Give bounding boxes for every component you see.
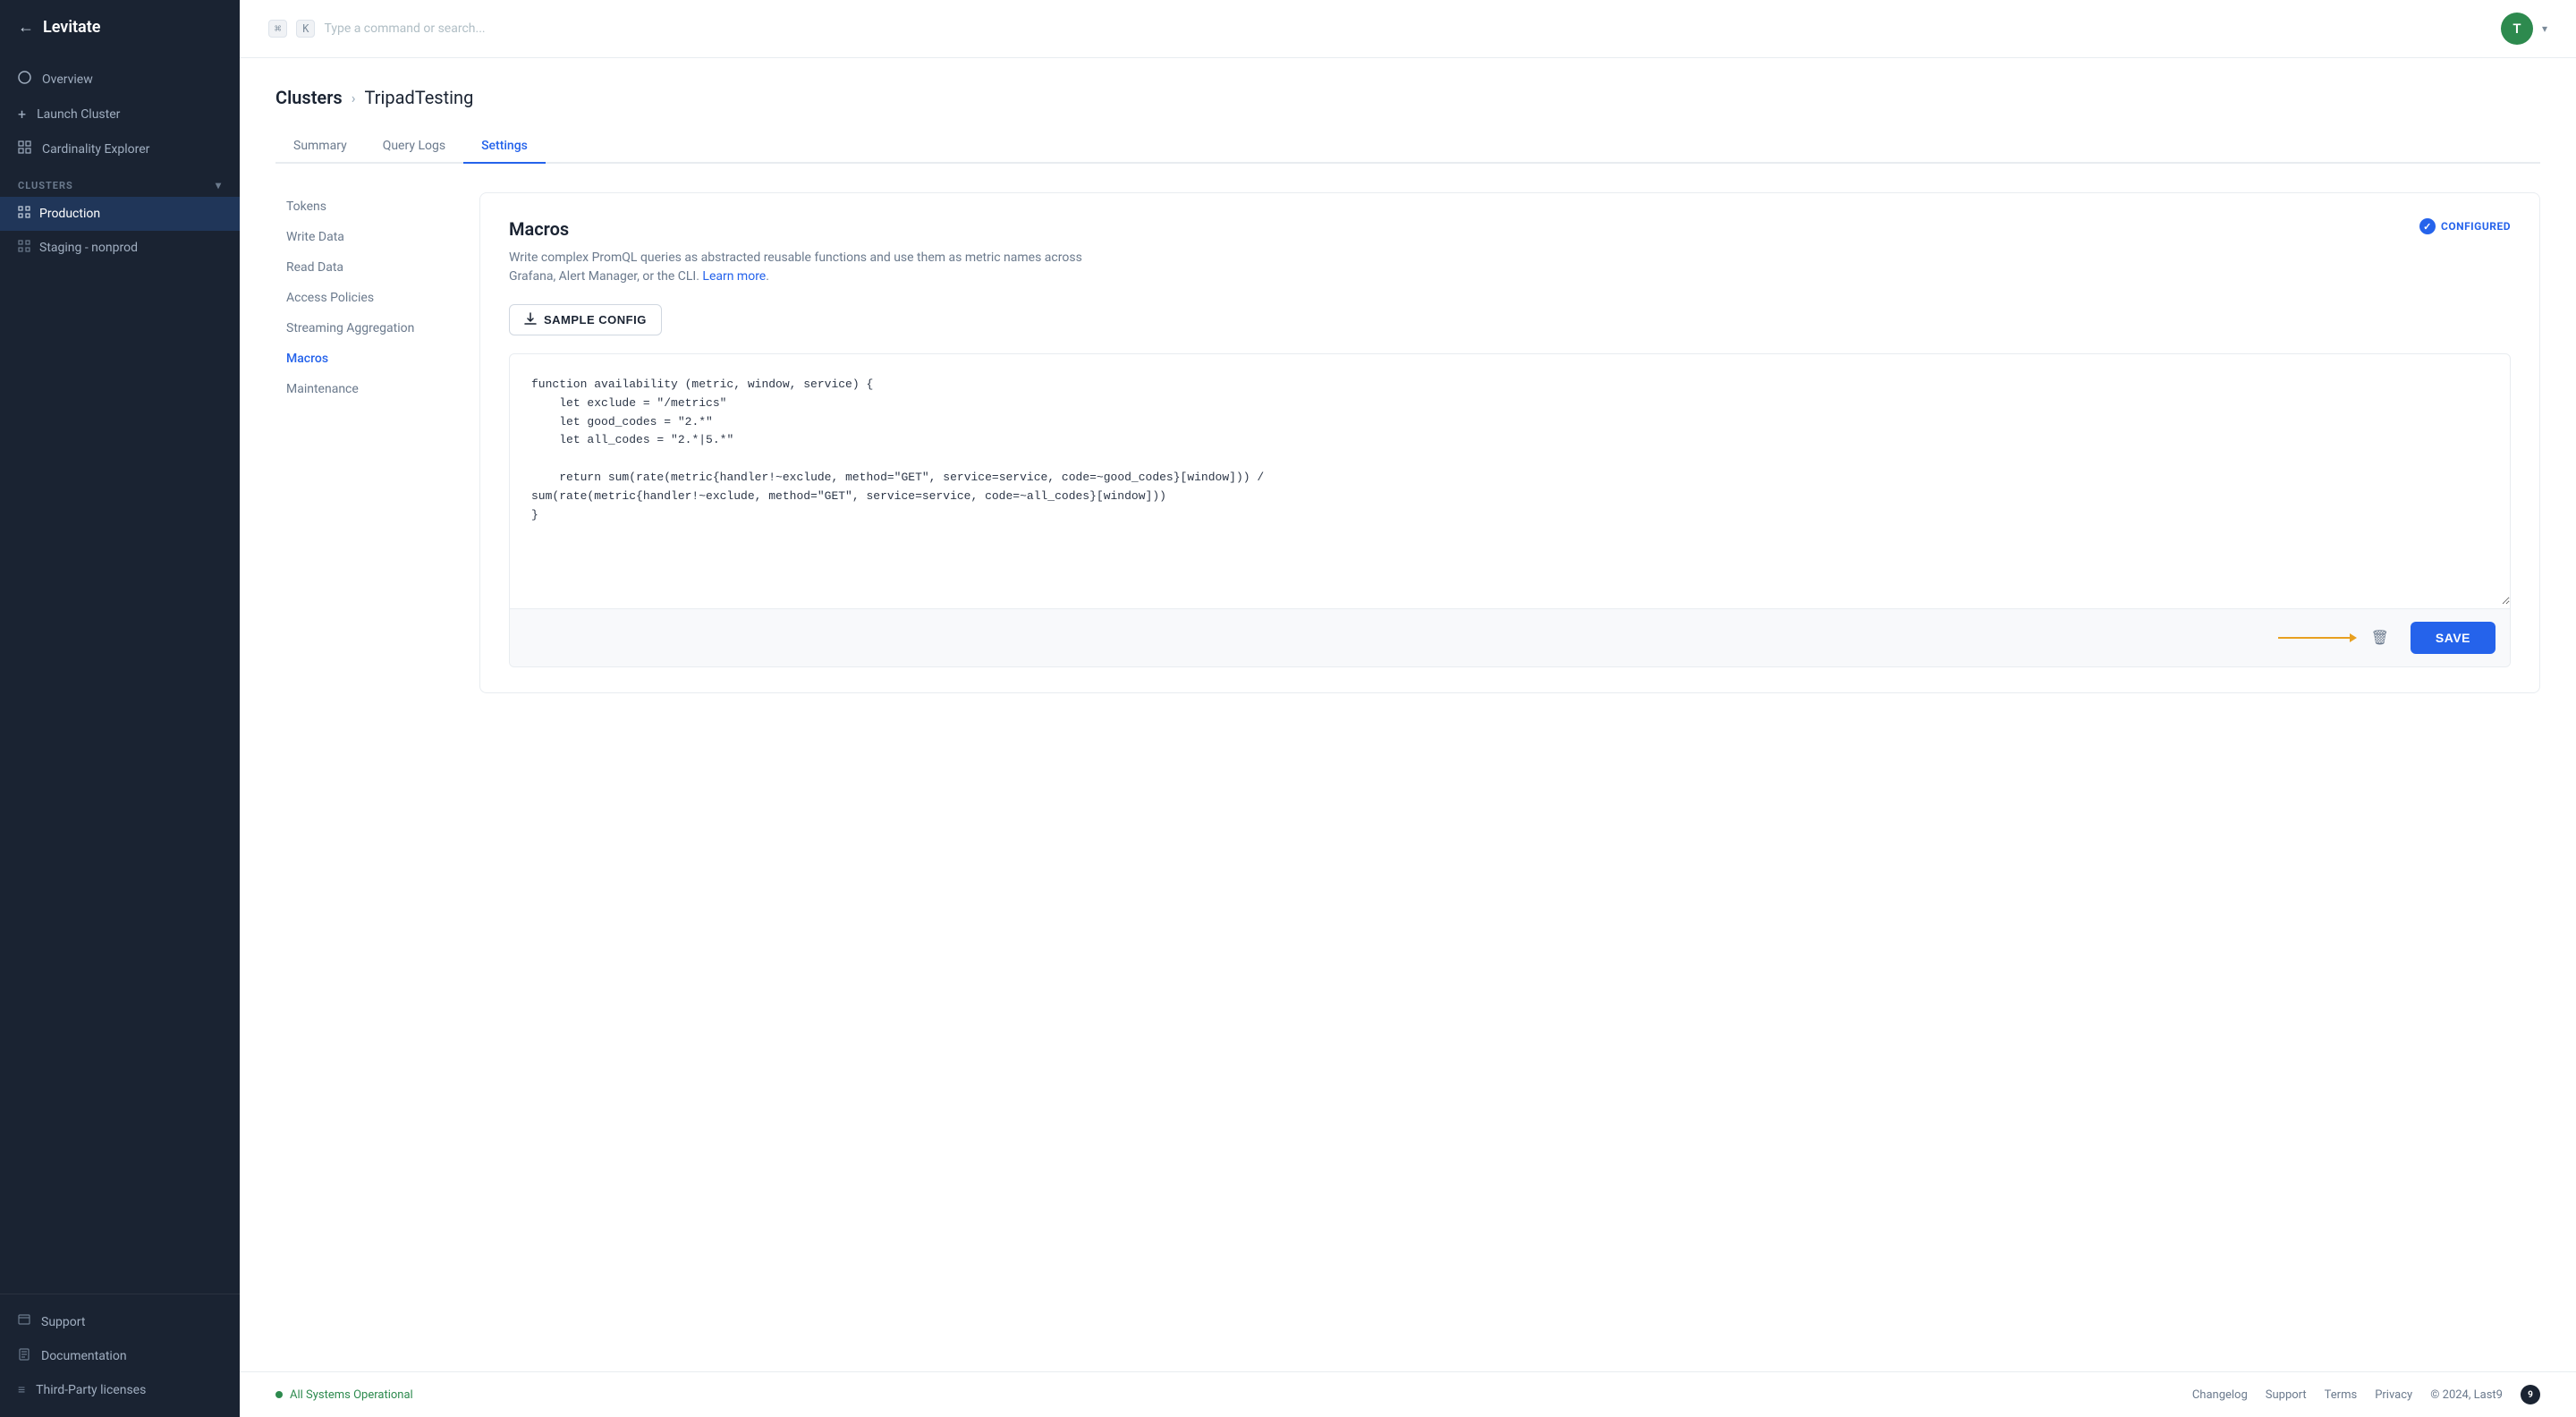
macros-description: Write complex PromQL queries as abstract… [509, 249, 1117, 286]
settings-nav-read-data[interactable]: Read Data [275, 253, 436, 282]
sidebar-navigation: Overview + Launch Cluster Cardinality Ex… [0, 55, 240, 1294]
macros-header: Macros Write complex PromQL queries as a… [509, 218, 2511, 286]
documentation-icon [18, 1348, 30, 1364]
settings-nav: Tokens Write Data Read Data Access Polic… [275, 192, 436, 693]
save-button[interactable]: SAVE [2411, 622, 2496, 654]
sidebar: ← Levitate Overview + Launch Cluster Car… [0, 0, 240, 1417]
sidebar-item-label: Support [41, 1315, 85, 1329]
company-logo: 9 [2521, 1385, 2540, 1404]
breadcrumb-current: TripadTesting [365, 87, 474, 108]
grid-icon [18, 240, 30, 256]
settings-nav-write-data[interactable]: Write Data [275, 223, 436, 251]
status-dot [275, 1391, 283, 1398]
learn-more-link[interactable]: Learn more [702, 269, 766, 284]
chevron-icon: ▾ [216, 179, 222, 191]
settings-nav-maintenance[interactable]: Maintenance [275, 375, 436, 403]
sidebar-item-overview[interactable]: Overview [0, 62, 240, 97]
topbar-right: T ▾ [2501, 13, 2547, 45]
macros-title-area: Macros Write complex PromQL queries as a… [509, 218, 1117, 286]
code-textarea[interactable]: function availability (metric, window, s… [510, 354, 2510, 605]
cluster-name: Production [39, 207, 100, 221]
grid-icon [18, 206, 30, 222]
shortcut-key: K [296, 20, 315, 38]
footer-links: Changelog Support Terms Privacy © 2024, … [2192, 1385, 2540, 1404]
topbar: ⌘ K Type a command or search... T ▾ [240, 0, 2576, 58]
settings-nav-macros[interactable]: Macros [275, 344, 436, 373]
avatar[interactable]: T [2501, 13, 2533, 45]
app-title: Levitate [43, 18, 100, 37]
macros-desc-text: Write complex PromQL queries as abstract… [509, 250, 1082, 284]
arrow-indicator [2278, 637, 2350, 639]
page-content: Clusters › TripadTesting Summary Query L… [240, 58, 2576, 1371]
plus-icon: + [18, 106, 26, 123]
settings-layout: Tokens Write Data Read Data Access Polic… [275, 192, 2540, 693]
support-icon [18, 1314, 30, 1330]
sidebar-item-cardinality-explorer[interactable]: Cardinality Explorer [0, 132, 240, 166]
licenses-icon: ≡ [18, 1382, 25, 1397]
settings-nav-tokens[interactable]: Tokens [275, 192, 436, 221]
changelog-link[interactable]: Changelog [2192, 1388, 2248, 1402]
sidebar-item-label: Cardinality Explorer [42, 142, 149, 157]
page-footer: All Systems Operational Changelog Suppor… [240, 1371, 2576, 1417]
sample-config-button[interactable]: SAMPLE CONFIG [509, 304, 662, 335]
main-content: ⌘ K Type a command or search... T ▾ Clus… [240, 0, 2576, 1417]
macros-panel: Macros Write complex PromQL queries as a… [479, 192, 2540, 693]
privacy-link[interactable]: Privacy [2375, 1388, 2412, 1402]
configured-check-icon: ✓ [2419, 218, 2436, 234]
macros-title: Macros [509, 218, 1117, 240]
clusters-section-header: CLUSTERS ▾ [0, 166, 240, 197]
cardinality-icon [18, 140, 31, 157]
tab-query-logs[interactable]: Query Logs [365, 130, 463, 164]
cluster-name: Staging - nonprod [39, 241, 138, 255]
tab-summary[interactable]: Summary [275, 130, 365, 164]
download-icon [524, 312, 537, 327]
tabs: Summary Query Logs Settings [275, 130, 2540, 164]
clusters-label: CLUSTERS [18, 180, 73, 191]
sidebar-item-production[interactable]: Production [0, 197, 240, 231]
chevron-down-icon[interactable]: ▾ [2542, 22, 2547, 35]
terms-link[interactable]: Terms [2325, 1388, 2358, 1402]
sidebar-item-label: Documentation [41, 1349, 127, 1363]
overview-icon [18, 71, 31, 88]
breadcrumb-separator: › [352, 89, 356, 106]
trash-icon: 🗑 [2371, 631, 2389, 646]
breadcrumb-clusters[interactable]: Clusters [275, 87, 343, 108]
sidebar-item-label: Third-Party licenses [36, 1383, 146, 1397]
sidebar-item-documentation[interactable]: Documentation [0, 1339, 240, 1373]
sidebar-header: ← Levitate [0, 0, 240, 55]
sidebar-item-label: Launch Cluster [37, 107, 120, 122]
configured-label: CONFIGURED [2441, 220, 2511, 233]
configured-badge: ✓ CONFIGURED [2419, 218, 2511, 234]
support-link[interactable]: Support [2266, 1388, 2307, 1402]
editor-footer: 🗑 SAVE [510, 608, 2510, 666]
sidebar-item-third-party-licenses[interactable]: ≡ Third-Party licenses [0, 1373, 240, 1406]
code-editor: function availability (metric, window, s… [509, 353, 2511, 667]
copyright-text: © 2024, Last9 [2430, 1388, 2503, 1402]
back-icon[interactable]: ← [18, 18, 34, 37]
status-indicator: All Systems Operational [275, 1388, 413, 1402]
sidebar-item-launch-cluster[interactable]: + Launch Cluster [0, 97, 240, 132]
search-bar[interactable]: ⌘ K Type a command or search... [268, 20, 486, 38]
settings-nav-access-policies[interactable]: Access Policies [275, 284, 436, 312]
settings-nav-streaming-aggregation[interactable]: Streaming Aggregation [275, 314, 436, 343]
delete-button[interactable]: 🗑 [2364, 625, 2396, 650]
sidebar-item-support[interactable]: Support [0, 1305, 240, 1339]
sample-config-label: SAMPLE CONFIG [544, 313, 647, 327]
breadcrumb: Clusters › TripadTesting [275, 87, 2540, 108]
status-text: All Systems Operational [290, 1388, 413, 1402]
shortcut-modifier: ⌘ [268, 20, 287, 38]
tab-settings[interactable]: Settings [463, 130, 546, 164]
sidebar-bottom: Support Documentation ≡ Third-Party lice… [0, 1294, 240, 1417]
search-placeholder: Type a command or search... [324, 21, 485, 36]
sidebar-item-staging-nonprod[interactable]: Staging - nonprod [0, 231, 240, 265]
sidebar-item-label: Overview [42, 72, 93, 87]
